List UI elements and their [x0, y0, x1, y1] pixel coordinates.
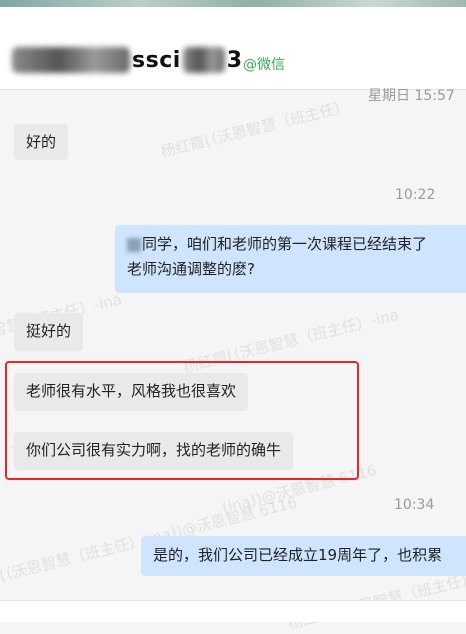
message-bubble-incoming[interactable]: 挺好的 — [14, 313, 84, 351]
chat-header: ssci 3 @微信 — [0, 7, 466, 90]
contact-name[interactable]: ssci 3 — [12, 45, 245, 75]
message-bubble-incoming[interactable]: 好的 — [14, 124, 69, 160]
highlight-box — [5, 361, 359, 480]
message-bubble-outgoing[interactable]: 是的，我们公司已经成立19周年了，也积累 — [141, 536, 466, 576]
redacted-name-start — [12, 47, 130, 73]
timestamp: 10:34 — [394, 497, 435, 513]
redacted-name — [127, 237, 141, 252]
message-input-area[interactable] — [0, 600, 466, 622]
window-top-strip — [0, 0, 466, 7]
message-text: 好的 — [26, 133, 57, 151]
message-text: 是的，我们公司已经成立19周年了，也积累 — [153, 546, 443, 564]
message-text: 挺好的 — [26, 322, 72, 340]
redacted-name-end — [182, 47, 225, 73]
message-text-line: 老师沟通调整的麽? — [127, 260, 255, 278]
wechat-source-tag: @微信 — [243, 57, 285, 73]
message-bubble-outgoing[interactable]: 同学，咱们和老师的第一次课程已经结束了 老师沟通调整的麽? — [115, 225, 466, 293]
message-text: 同学，咱们和老师的第一次课程已经结束了 — [142, 235, 428, 253]
timestamp: 星期日 15:57 — [368, 88, 455, 104]
timestamp: 10:22 — [395, 187, 436, 203]
contact-name-suffix: 3 — [226, 47, 243, 73]
message-text-line: 同学，咱们和老师的第一次课程已经结束了 — [127, 232, 463, 257]
contact-name-visible: ssci — [132, 47, 181, 73]
watermark-text: 杨红霞(（沃恩智慧（班主任） — [158, 96, 351, 162]
